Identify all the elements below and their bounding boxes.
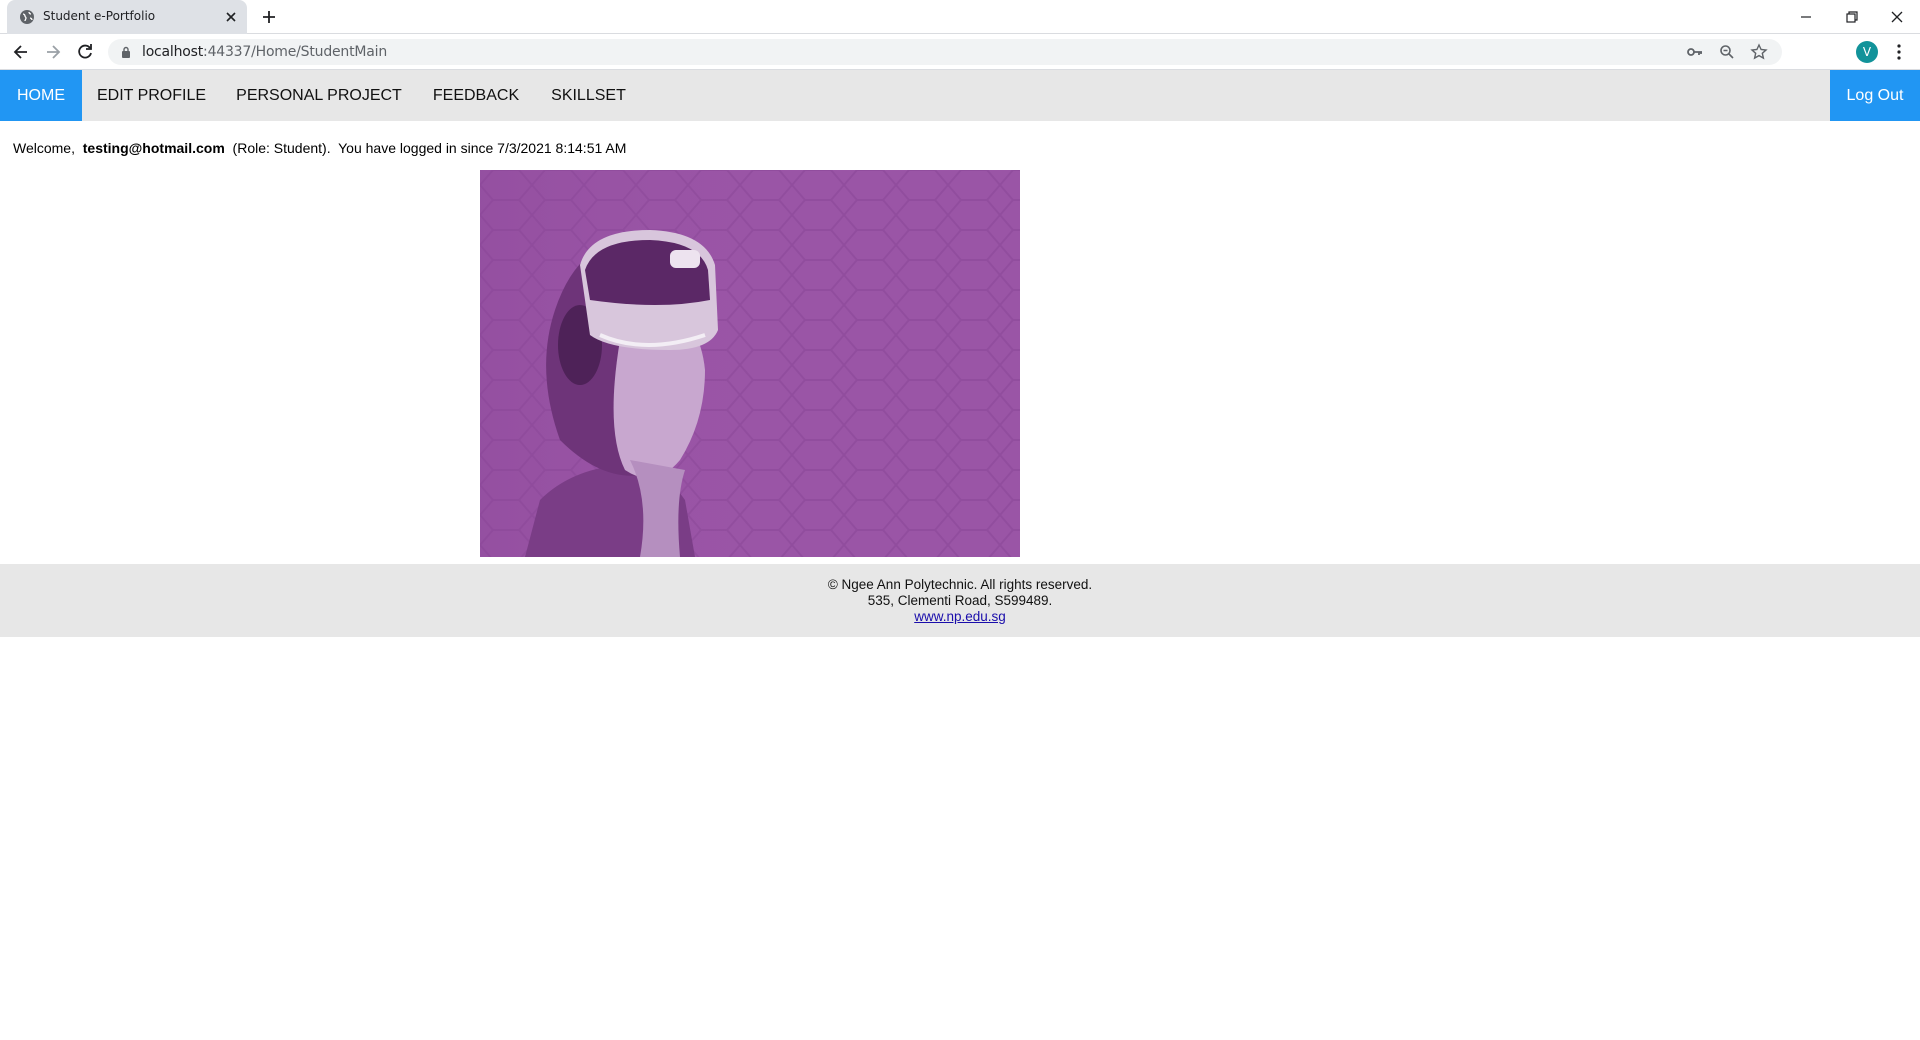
new-tab-icon[interactable]: [260, 8, 278, 26]
globe-icon: [20, 10, 34, 24]
nav-personal-project[interactable]: PERSONAL PROJECT: [221, 70, 417, 121]
close-tab-icon[interactable]: [223, 9, 239, 25]
lock-icon[interactable]: [120, 46, 132, 58]
reload-icon[interactable]: [74, 41, 96, 63]
url-path: :44337/Home/StudentMain: [203, 44, 388, 60]
back-icon[interactable]: [10, 41, 32, 63]
minimize-icon[interactable]: [1793, 4, 1819, 30]
vr-headset-illustration: [480, 170, 1020, 557]
profile-avatar[interactable]: V: [1856, 41, 1878, 63]
tab-title: Student e-Portfolio: [43, 9, 156, 23]
forward-icon[interactable]: [42, 41, 64, 63]
page-content: HOME EDIT PROFILE PERSONAL PROJECT FEEDB…: [0, 70, 1920, 1040]
key-icon[interactable]: [1686, 43, 1704, 61]
browser-tabstrip: Student e-Portfolio: [0, 0, 1920, 34]
browser-tab[interactable]: Student e-Portfolio: [7, 0, 247, 34]
nav-skillset[interactable]: SKILLSET: [535, 70, 642, 121]
more-menu-icon[interactable]: [1888, 41, 1910, 63]
restore-icon[interactable]: [1839, 4, 1865, 30]
footer-website-link[interactable]: www.np.edu.sg: [914, 609, 1006, 624]
top-navbar: HOME EDIT PROFILE PERSONAL PROJECT FEEDB…: [0, 70, 1920, 121]
hero-image: [480, 170, 1020, 557]
footer-address: 535, Clementi Road, S599489.: [867, 593, 1053, 608]
url-host: localhost: [142, 44, 204, 60]
nav-feedback[interactable]: FEEDBACK: [417, 70, 535, 121]
nav-home[interactable]: HOME: [0, 70, 82, 121]
welcome-suffix: (Role: Student). You have logged in sinc…: [224, 140, 627, 156]
close-window-icon[interactable]: [1884, 4, 1910, 30]
user-email: testing@hotmail.com: [82, 140, 225, 156]
footer: © Ngee Ann Polytechnic. All rights reser…: [0, 564, 1920, 637]
zoom-icon[interactable]: [1718, 43, 1736, 61]
nav-edit-profile[interactable]: EDIT PROFILE: [82, 70, 221, 121]
footer-copyright: © Ngee Ann Polytechnic. All rights reser…: [827, 577, 1093, 592]
welcome-prefix: Welcome,: [13, 140, 83, 156]
logout-button[interactable]: Log Out: [1830, 70, 1920, 121]
browser-toolbar: localhost:44337/Home/StudentMain V: [0, 34, 1920, 70]
address-bar[interactable]: localhost:44337/Home/StudentMain: [108, 39, 1782, 65]
welcome-message: Welcome, testing@hotmail.com (Role: Stud…: [13, 140, 626, 156]
bookmark-star-icon[interactable]: [1750, 43, 1768, 61]
url-text: localhost:44337/Home/StudentMain: [142, 44, 387, 60]
